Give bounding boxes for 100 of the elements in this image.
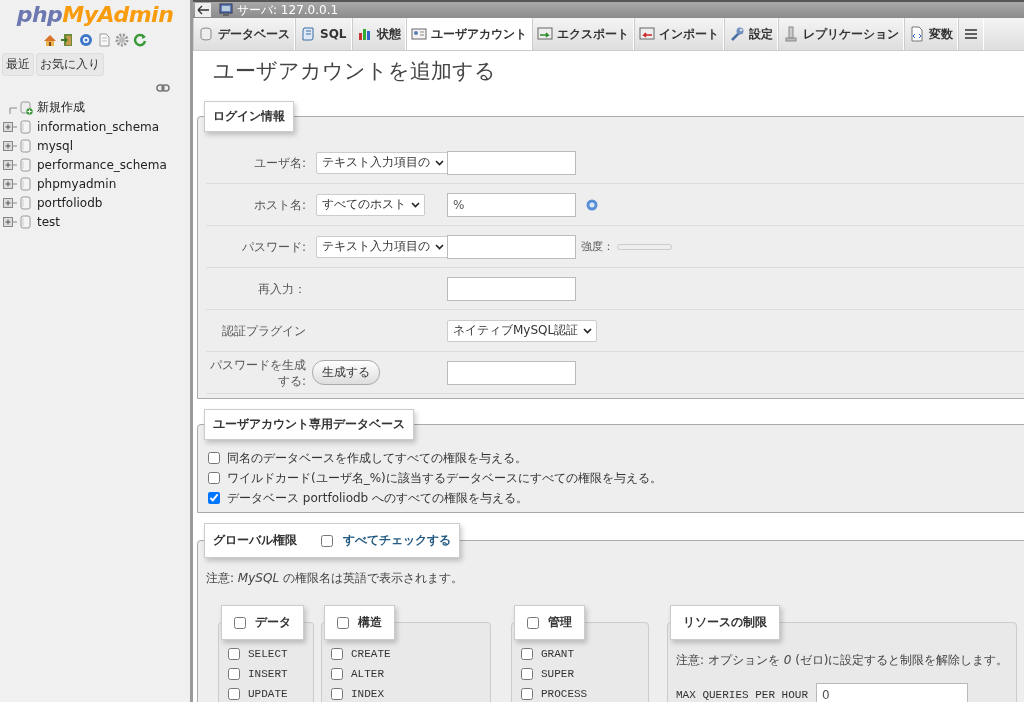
tab[interactable]: SQL xyxy=(295,18,352,50)
field-label: 再入力： xyxy=(257,280,306,297)
scroll-icon xyxy=(300,26,316,42)
dropdown[interactable]: テキスト入力項目の xyxy=(316,151,449,174)
database-icon xyxy=(19,119,33,134)
home-icon[interactable] xyxy=(43,33,57,47)
pipe-icon xyxy=(782,26,799,42)
tab[interactable]: 変数 xyxy=(903,18,958,50)
tab[interactable]: 設定 xyxy=(723,18,778,50)
tab[interactable]: レプリケーション xyxy=(777,18,904,50)
database-link[interactable]: mysql xyxy=(37,138,73,153)
checkbox[interactable] xyxy=(337,616,349,629)
checkbox[interactable] xyxy=(234,616,246,629)
checkbox[interactable] xyxy=(208,472,220,484)
checkbox[interactable] xyxy=(521,688,533,700)
checkbox[interactable] xyxy=(228,668,240,680)
input-field[interactable] xyxy=(447,360,576,385)
tab[interactable]: エクスポート xyxy=(531,18,634,50)
tab[interactable]: インポート xyxy=(633,18,724,50)
database-icon xyxy=(19,176,33,191)
expand-icon[interactable] xyxy=(3,215,17,228)
section-legend: ログイン情報 xyxy=(204,101,294,132)
dropdown[interactable]: ネイティブMySQL認証 xyxy=(447,319,598,342)
privilege-label: ALTER xyxy=(351,668,384,680)
database-link[interactable]: performance_schema xyxy=(37,157,167,172)
group-title: 構造 xyxy=(358,614,382,631)
checkbox[interactable] xyxy=(331,668,343,680)
database-link[interactable]: information_schema xyxy=(37,119,160,134)
checkbox[interactable] xyxy=(321,534,333,547)
sidebar-tab[interactable]: 最近 xyxy=(2,53,34,76)
input-field[interactable]: % xyxy=(447,192,576,217)
tab[interactable] xyxy=(957,18,984,50)
expand-icon[interactable] xyxy=(3,139,17,152)
database-link[interactable]: portfoliodb xyxy=(37,195,103,210)
privilege-label: PROCESS xyxy=(541,688,588,700)
link-icon[interactable] xyxy=(156,84,170,92)
checkbox[interactable] xyxy=(521,648,533,660)
option-label: データベース portfoliodb へのすべての権限を与える。 xyxy=(227,489,529,507)
field-label: ユーザ名: xyxy=(252,154,306,171)
back-icon[interactable] xyxy=(195,3,211,17)
caret-icon xyxy=(583,327,593,334)
page-heading: ユーザアカウントを追加する xyxy=(213,58,497,85)
database-icon xyxy=(19,157,33,172)
expand-icon[interactable] xyxy=(3,177,17,190)
generate-button[interactable]: 生成する xyxy=(312,360,380,385)
database-link[interactable]: phpmyadmin xyxy=(37,176,117,191)
checkbox[interactable] xyxy=(527,616,539,629)
limit-field[interactable]: 0 xyxy=(816,683,969,702)
reload-icon[interactable] xyxy=(133,33,147,47)
database-link[interactable]: test xyxy=(37,214,61,229)
caret-icon xyxy=(435,243,444,250)
checkbox[interactable] xyxy=(208,452,220,464)
checkbox[interactable] xyxy=(228,688,240,700)
expand-icon[interactable] xyxy=(3,196,17,209)
privilege-label: SELECT xyxy=(248,648,288,660)
help-icon[interactable] xyxy=(586,198,598,211)
new-database-icon[interactable] xyxy=(19,100,33,115)
field-label: ホスト名: xyxy=(252,196,306,213)
import-icon xyxy=(638,26,655,42)
input-field[interactable] xyxy=(447,150,576,175)
group-title: 管理 xyxy=(548,614,572,631)
tab[interactable]: データベース xyxy=(193,18,295,50)
checkbox[interactable] xyxy=(521,668,533,680)
input-field[interactable] xyxy=(447,276,576,301)
database-icon xyxy=(198,26,214,42)
server-icon xyxy=(219,3,233,17)
strength-label: 強度： xyxy=(581,239,614,254)
bar-chart-icon xyxy=(356,26,373,42)
variables-icon xyxy=(908,26,925,42)
settings-icon[interactable] xyxy=(115,33,129,47)
tab[interactable]: 状態 xyxy=(351,18,406,50)
dropdown[interactable]: すべてのホスト xyxy=(316,193,425,216)
expand-icon[interactable] xyxy=(3,158,17,171)
privilege-label: INDEX xyxy=(351,688,384,700)
sidebar-tab[interactable]: お気に入り xyxy=(36,53,104,76)
dropdown[interactable]: テキスト入力項目の xyxy=(316,235,449,258)
checkbox[interactable] xyxy=(228,648,240,660)
check-all-link[interactable]: すべてチェックする xyxy=(343,532,451,549)
database-icon xyxy=(19,138,33,153)
checkbox[interactable] xyxy=(331,648,343,660)
expand-icon[interactable] xyxy=(3,120,17,133)
tab[interactable]: ユーザアカウント xyxy=(405,18,532,50)
privilege-label: INSERT xyxy=(248,668,288,680)
database-icon xyxy=(19,214,33,229)
note-text: 注意: MySQL の権限名は英語で表示されます。 xyxy=(206,570,464,587)
door-icon[interactable] xyxy=(61,33,75,47)
limit-label: MAX QUERIES PER HOUR xyxy=(676,689,809,701)
field-label: 認証プラグイン xyxy=(221,322,306,339)
logo[interactable]: phpMyAdmin xyxy=(0,2,190,28)
group-legend: リソースの制限 xyxy=(670,605,780,640)
checkbox[interactable] xyxy=(208,492,220,504)
note-text: 注意: オプションを 0 (ゼロ)に設定すると制限を解除します。 xyxy=(676,652,1010,669)
input-field[interactable] xyxy=(447,234,576,259)
checkbox[interactable] xyxy=(331,688,343,700)
help-icon[interactable] xyxy=(79,33,93,47)
privilege-label: SUPER xyxy=(541,668,574,680)
section-legend: ユーザアカウント専用データベース xyxy=(204,409,414,440)
privilege-label: CREATE xyxy=(351,648,391,660)
privilege-label: UPDATE xyxy=(248,688,288,700)
database-link[interactable]: 新規作成 xyxy=(37,99,85,116)
